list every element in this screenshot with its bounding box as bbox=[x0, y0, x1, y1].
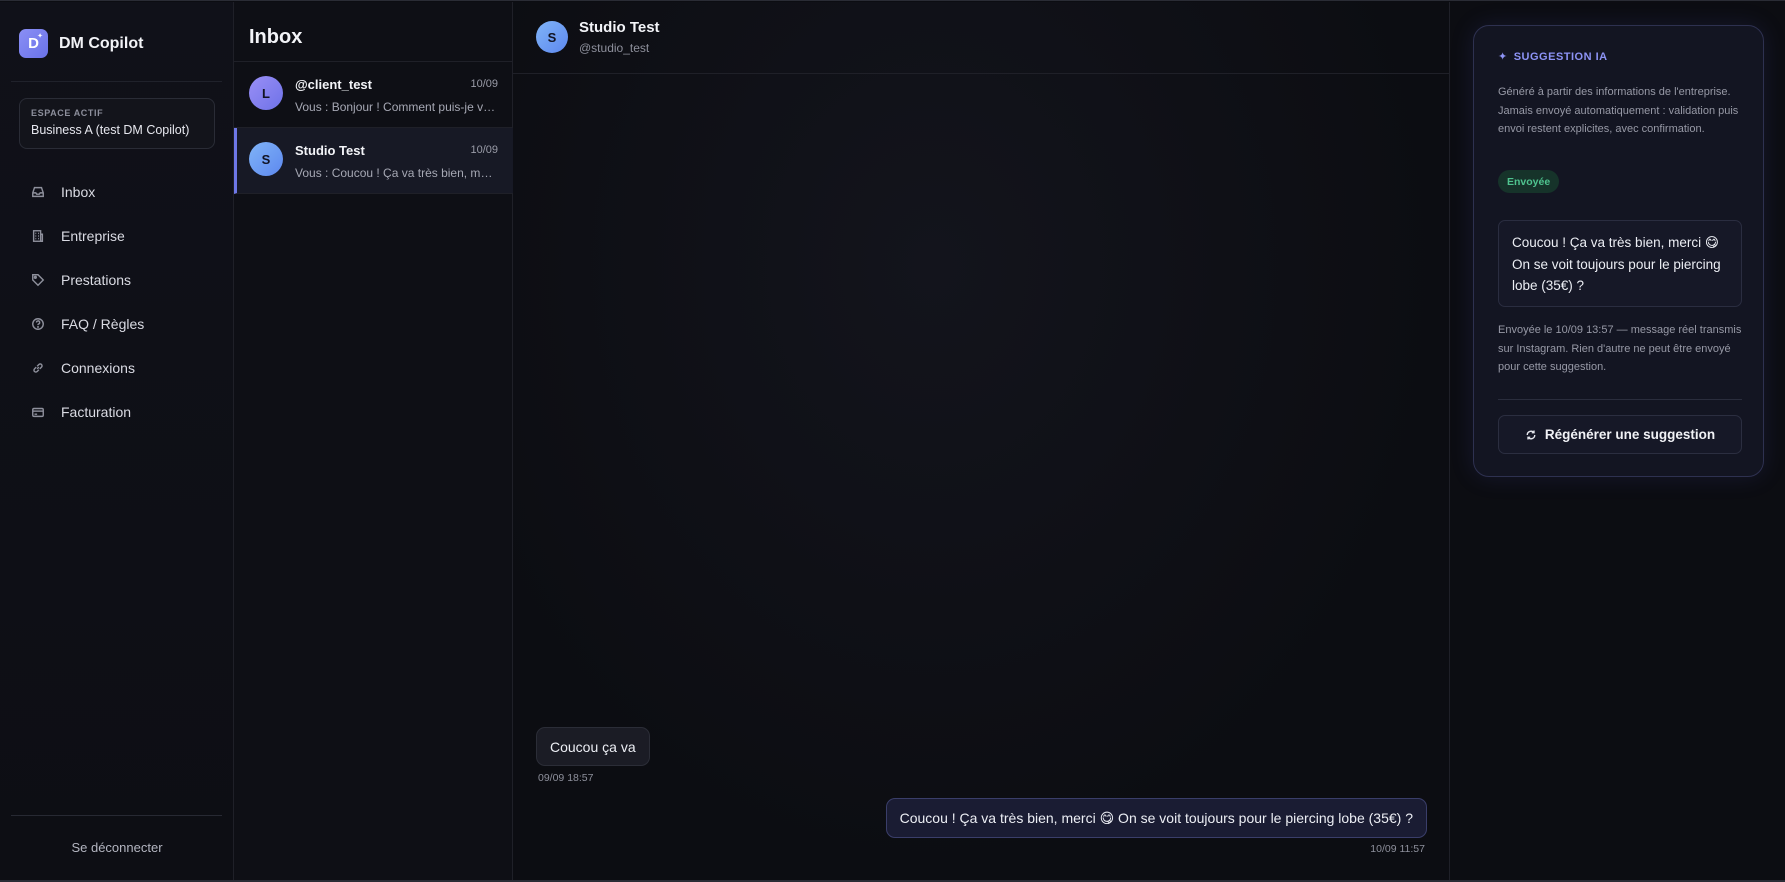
message-timestamp: 10/09 11:57 bbox=[1370, 843, 1425, 855]
divider bbox=[11, 81, 222, 82]
workspace-label: ESPACE ACTIF bbox=[31, 108, 104, 118]
conversation-name: Studio Test bbox=[295, 143, 365, 158]
divider bbox=[11, 815, 222, 816]
avatar: L bbox=[249, 76, 283, 110]
conversation-preview: Vous : Bonjour ! Comment puis-je vous ai… bbox=[295, 100, 498, 114]
building-icon bbox=[31, 229, 45, 243]
app-window: D ✦ DM Copilot ESPACE ACTIF Business A (… bbox=[0, 0, 1785, 882]
conversation-name: @client_test bbox=[295, 77, 372, 92]
chat-contact-handle: @studio_test bbox=[579, 41, 650, 55]
inbox-title: Inbox bbox=[249, 26, 303, 48]
sidebar-nav: Inbox Entreprise Prestations FAQ / Règle… bbox=[19, 170, 215, 434]
sidebar-item-entreprise[interactable]: Entreprise bbox=[19, 214, 215, 258]
workspace-value: Business A (test DM Copilot) bbox=[31, 123, 190, 137]
sidebar-item-inbox[interactable]: Inbox bbox=[19, 170, 215, 214]
suggestion-title-text: SUGGESTION IA bbox=[1513, 50, 1608, 63]
sidebar-item-label: Connexions bbox=[61, 360, 135, 376]
tag-icon bbox=[31, 273, 45, 287]
conversation-date: 10/09 bbox=[470, 144, 498, 156]
sidebar-item-label: Facturation bbox=[61, 404, 132, 420]
chat-header: S Studio Test @studio_test bbox=[513, 2, 1450, 74]
suggestion-title: ✦ SUGGESTION IA bbox=[1498, 50, 1608, 64]
sidebar-item-label: Entreprise bbox=[61, 228, 125, 244]
brand-name: DM Copilot bbox=[59, 34, 144, 52]
conversation-preview: Vous : Coucou ! Ça va très bien, merci 😋… bbox=[295, 166, 498, 180]
sidebar-item-faq[interactable]: FAQ / Règles bbox=[19, 302, 215, 346]
sparkles-icon: ✦ bbox=[1498, 51, 1508, 63]
suggestion-card: ✦ SUGGESTION IA Généré à partir des info… bbox=[1473, 25, 1764, 477]
avatar: S bbox=[536, 21, 568, 53]
workspace-selector[interactable]: ESPACE ACTIF Business A (test DM Copilot… bbox=[19, 98, 215, 149]
help-circle-icon bbox=[31, 317, 45, 331]
sidebar-item-facturation[interactable]: Facturation bbox=[19, 390, 215, 434]
suggestion-note: Envoyée le 10/09 13:57 — message réel tr… bbox=[1498, 324, 1742, 373]
refresh-icon bbox=[1526, 430, 1536, 439]
sidebar: D ✦ DM Copilot ESPACE ACTIF Business A (… bbox=[0, 2, 234, 880]
conversation-item[interactable]: L @client_test 10/09 Vous : Bonjour ! Co… bbox=[234, 62, 513, 128]
chat-panel: S Studio Test @studio_test Coucou ça va … bbox=[513, 2, 1450, 880]
sidebar-item-label: Inbox bbox=[61, 184, 96, 200]
brand[interactable]: D ✦ DM Copilot bbox=[19, 29, 143, 58]
message-incoming: Coucou ça va bbox=[536, 727, 650, 766]
message-timestamp: 09/09 18:57 bbox=[538, 772, 594, 784]
conversation-date: 10/09 bbox=[470, 78, 498, 90]
suggestion-panel: ✦ SUGGESTION IA Généré à partir des info… bbox=[1450, 2, 1785, 880]
suggestion-text: Coucou ! Ça va très bien, merci 😋 On se … bbox=[1498, 220, 1742, 307]
link-icon bbox=[31, 361, 45, 375]
sparkle-icon: ✦ bbox=[37, 33, 43, 40]
regenerate-label: Régénérer une suggestion bbox=[1544, 427, 1716, 442]
sidebar-item-label: FAQ / Règles bbox=[61, 316, 145, 332]
regenerate-suggestion-button[interactable]: Régénérer une suggestion bbox=[1498, 415, 1742, 454]
inbox-icon bbox=[31, 185, 45, 199]
chat-contact-name: Studio Test bbox=[579, 19, 660, 36]
logout-button[interactable]: Se déconnecter bbox=[0, 840, 234, 855]
sidebar-item-label: Prestations bbox=[61, 272, 132, 288]
brand-logo: D ✦ bbox=[19, 29, 48, 58]
sidebar-item-prestations[interactable]: Prestations bbox=[19, 258, 215, 302]
conversation-item-active[interactable]: S Studio Test 10/09 Vous : Coucou ! Ça v… bbox=[234, 128, 513, 194]
suggestion-description: Généré à partir des informations de l'en… bbox=[1498, 86, 1739, 135]
avatar: S bbox=[249, 142, 283, 176]
credit-card-icon bbox=[31, 405, 45, 419]
message-outgoing: Coucou ! Ça va très bien, merci 😋 On se … bbox=[885, 798, 1427, 838]
inbox-panel: Inbox L @client_test 10/09 Vous : Bonjou… bbox=[234, 2, 513, 880]
divider bbox=[1498, 399, 1742, 400]
sidebar-item-connexions[interactable]: Connexions bbox=[19, 346, 215, 390]
status-badge: Envoyée bbox=[1498, 170, 1560, 193]
